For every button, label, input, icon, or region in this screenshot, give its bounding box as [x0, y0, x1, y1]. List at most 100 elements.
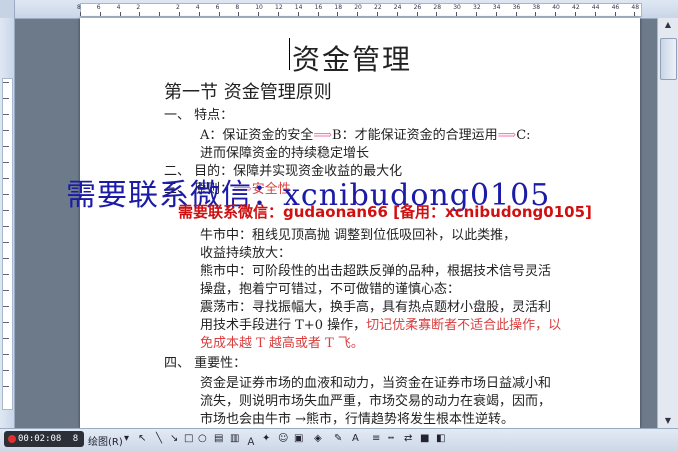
page-title: 资金管理: [292, 43, 413, 76]
ruler-tick-label: 38: [532, 4, 541, 11]
ruler-tick-mark: [159, 12, 161, 16]
ruler-tick-mark: [436, 12, 438, 16]
vertical-ruler-tick: [3, 146, 9, 147]
diagram-icon[interactable]: ✦: [262, 433, 270, 444]
recording-player[interactable]: 00:02:08 8: [4, 431, 84, 447]
ruler-tick-label: 42: [572, 4, 580, 11]
wordart-icon[interactable]: Ａ: [246, 433, 256, 448]
line-style-icon[interactable]: ≡: [372, 433, 380, 444]
vertical-ruler-tick: [3, 82, 9, 83]
text-line: 震荡市：寻找振幅大，换手高，具有热点题材小盘股，灵活利: [200, 300, 552, 315]
ruler-tick-label: 4: [195, 4, 200, 11]
ruler-tick-mark: [634, 12, 636, 16]
ruler-tick-label: 32: [473, 4, 481, 11]
player-count: 8: [72, 434, 79, 444]
watermark-small: 需要联系微信：gudaonan66 [备用：xcnibudong0105]: [178, 203, 592, 221]
vertical-textbox-icon[interactable]: ▥: [230, 433, 239, 444]
ruler-tick-label: 22: [374, 4, 382, 11]
ruler-tick-label: 18: [334, 4, 343, 11]
picture-icon[interactable]: ▣: [294, 433, 303, 444]
vertical-ruler-tick: [3, 386, 9, 387]
text-line: 熊市中：可阶段性的出击超跌反弹的品种，根据技术信号灵活: [200, 264, 552, 279]
vertical-ruler-tick: [3, 130, 9, 131]
clipart-icon[interactable]: ☺: [278, 433, 288, 444]
fill-color-icon[interactable]: ◈: [314, 433, 322, 444]
vertical-ruler-tick: [3, 194, 9, 195]
scroll-down-icon[interactable]: ▼: [662, 416, 674, 426]
ruler-tick-label: 46: [611, 4, 620, 11]
dash-style-icon[interactable]: ┅: [388, 433, 394, 444]
ruler-tick-mark: [396, 12, 398, 16]
text-span: A：保证资金的安全: [200, 128, 314, 143]
vertical-ruler-track: [2, 78, 13, 410]
ruler-tick-label: 8: [235, 4, 240, 11]
ruler-tick-label: 12: [275, 4, 283, 11]
vertical-ruler-tick: [3, 322, 9, 323]
vertical-ruler-tick: [3, 306, 9, 307]
ruler-corner-tab-selector[interactable]: [0, 0, 15, 18]
ruler-tick-label: 40: [552, 4, 560, 11]
draw-menu[interactable]: 绘图(R): [88, 433, 123, 448]
scrollbar-thumb[interactable]: [660, 38, 677, 80]
ruler-tick-mark: [317, 12, 319, 16]
rectangle-tool-icon[interactable]: □: [184, 433, 193, 444]
vertical-ruler-tick: [3, 226, 9, 227]
vertical-ruler-tick: [3, 290, 9, 291]
text-line: 市场也会由牛市 →熊市，行情趋势将发生根本性逆转。: [200, 412, 515, 427]
vertical-ruler[interactable]: [0, 18, 15, 428]
ruler-tick-mark: [179, 12, 180, 16]
ruler-tick-label: 8: [77, 4, 81, 11]
ruler-tick-mark: [495, 12, 497, 16]
text-span-red: 切记优柔寡断者不适合此操作，以: [366, 318, 562, 333]
select-pointer-icon[interactable]: ↖: [138, 433, 146, 444]
3d-style-icon[interactable]: ◧: [436, 433, 445, 444]
ruler-tick-mark: [535, 12, 537, 16]
ruler-tick-mark: [99, 12, 101, 16]
ruler-tick-mark: [119, 12, 121, 16]
vertical-ruler-tick: [3, 178, 9, 179]
ruler-tick-label: 30: [453, 4, 461, 11]
arrow-tool-icon[interactable]: ↘: [170, 433, 178, 444]
ruler-tick-mark: [337, 12, 339, 16]
line-color-icon[interactable]: ✎: [334, 433, 342, 444]
ruler-tick-label: 26: [413, 4, 422, 11]
draw-menu-chevron-icon[interactable]: ▾: [124, 433, 129, 444]
textbox-tool-icon[interactable]: ▤: [214, 433, 223, 444]
ruler-tick-label: 16: [314, 4, 323, 11]
vertical-ruler-tick: [3, 354, 9, 355]
ruler-tick-label: 28: [433, 4, 442, 11]
oval-tool-icon[interactable]: ○: [198, 433, 207, 444]
line-tool-icon[interactable]: ╲: [156, 433, 162, 444]
text-line: 流失，则说明市场失血严重，市场交易的动力在衰竭，因而，: [200, 394, 552, 409]
vertical-ruler-tick: [3, 98, 9, 99]
document-page[interactable]: 资金管理 第一节 资金管理原则 一、 特点： A：保证资金的安全⟹B：才能保证资…: [80, 18, 640, 428]
vertical-ruler-tick: [3, 242, 9, 243]
ruler-tick-label: 2: [176, 4, 180, 11]
text-span: 用技术手段进行 T+0 操作，: [200, 318, 367, 333]
vertical-ruler-tick: [3, 338, 9, 339]
arrow-style-icon[interactable]: ⇄: [404, 433, 412, 444]
text-span: C:: [516, 128, 531, 143]
horizontal-ruler[interactable]: 8 6 4 2 2 4 6 8 10 12 14 16 18 20 22 24 26 28 30 32 34 36 38 40…: [0, 0, 678, 19]
ruler-tick-mark: [377, 12, 378, 16]
shadow-icon[interactable]: ■: [420, 433, 429, 444]
scroll-up-icon[interactable]: ▲: [662, 20, 674, 30]
ruler-tick-label: 10: [255, 4, 263, 11]
ruler-tick-mark: [594, 12, 596, 16]
font-color-icon[interactable]: A: [352, 433, 359, 444]
section-heading: 第一节 资金管理原则: [164, 82, 332, 103]
text-line: 资金是证券市场的血液和动力，当资金在证券市场日益减小和: [200, 376, 552, 391]
vertical-scrollbar[interactable]: ▲ ▼: [657, 18, 678, 428]
ruler-tick-label: 2: [136, 4, 141, 11]
ruler-tick-label: 20: [354, 4, 362, 11]
vertical-ruler-tick: [3, 274, 9, 275]
ruler-tick-label: 6: [96, 4, 101, 11]
ruler-tick-mark: [258, 12, 260, 16]
arrow-icon: ⟹: [313, 128, 333, 143]
vertical-ruler-tick: [3, 370, 9, 371]
ruler-tick-mark: [80, 12, 81, 16]
text-line: 用技术手段进行 T+0 操作，切记优柔寡断者不适合此操作，以: [200, 314, 561, 333]
arrow-icon: ⟹: [497, 128, 517, 143]
ruler-tick-label: 36: [512, 4, 521, 11]
ruler-tick-label: 44: [591, 4, 600, 11]
